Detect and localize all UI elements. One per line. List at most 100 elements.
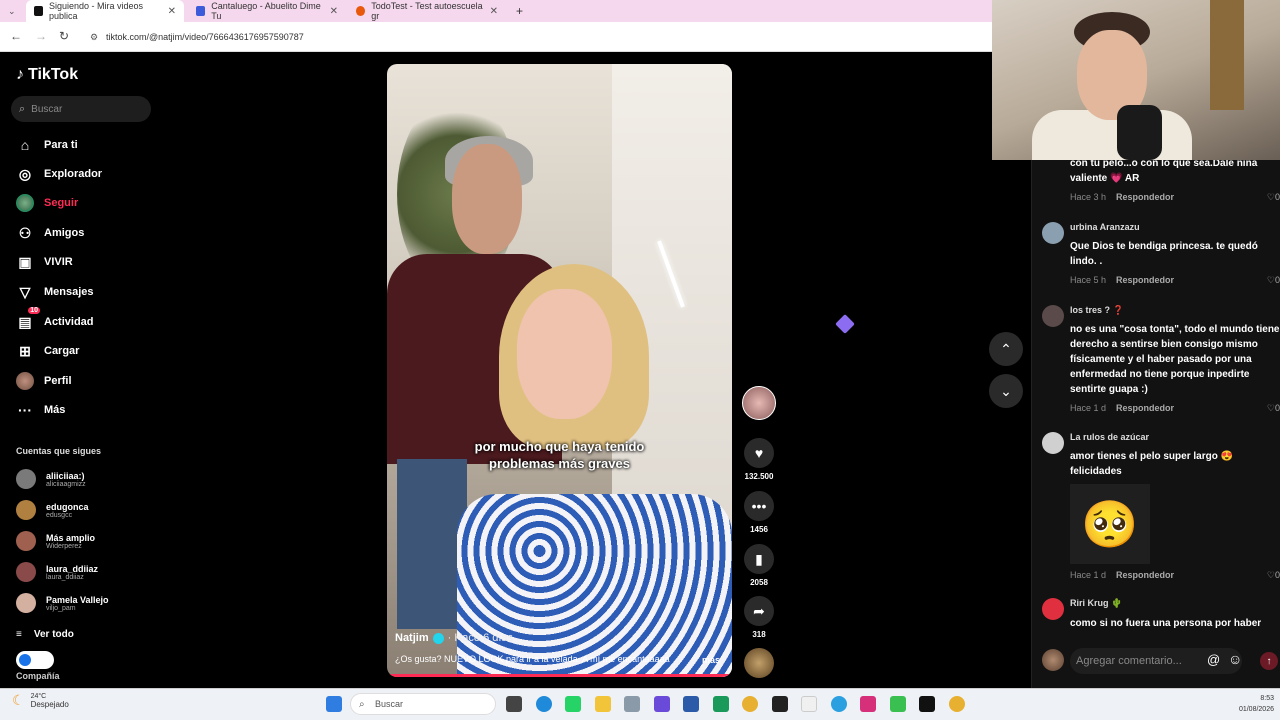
task-view-icon[interactable]: [506, 696, 522, 712]
video-time: · Hace 6 días: [447, 632, 514, 644]
whatsapp-icon[interactable]: [565, 696, 581, 712]
author-name[interactable]: Natjim: [395, 632, 429, 644]
search-input[interactable]: ⌕ Buscar: [11, 96, 151, 122]
app-icon[interactable]: [624, 696, 640, 712]
app-icon[interactable]: [890, 696, 906, 712]
instagram-icon[interactable]: [860, 696, 876, 712]
close-tab-icon[interactable]: ✕: [490, 6, 498, 17]
reply-link[interactable]: Respondedor: [1116, 570, 1174, 580]
video-progress-bar[interactable]: [387, 674, 732, 677]
sidebar-item-mensajes[interactable]: ▽ Mensajes: [16, 283, 94, 301]
sidebar-item-explorador[interactable]: ◎ Explorador: [16, 165, 102, 183]
following-account[interactable]: Más amplio Widerperez: [16, 531, 95, 551]
avatar[interactable]: [1042, 598, 1064, 620]
reply-link[interactable]: Respondedor: [1116, 275, 1174, 285]
following-account[interactable]: aliiciiaa:) aliciiaagmizz: [16, 469, 86, 489]
share-button[interactable]: ➦ 318: [740, 596, 778, 639]
app-icon[interactable]: [683, 696, 699, 712]
company-link[interactable]: Compañía: [16, 671, 60, 681]
comment-like[interactable]: ♡0: [1267, 275, 1280, 286]
following-account[interactable]: Pamela Vallejo viljo_pam: [16, 593, 109, 613]
back-arrow-icon[interactable]: ←: [10, 29, 22, 43]
sidebar-item-mas[interactable]: ··· Más: [16, 401, 65, 419]
close-tab-icon[interactable]: ✕: [330, 6, 338, 17]
sidebar-item-vivir[interactable]: ▣ VIVIR: [16, 253, 72, 271]
edge-icon[interactable]: [536, 696, 552, 712]
verified-badge-icon: [432, 632, 444, 644]
comment-like[interactable]: ♡0: [1267, 403, 1280, 414]
save-button[interactable]: ▮ 2058: [740, 544, 778, 587]
taskbar-search[interactable]: ⌕ Buscar: [350, 693, 496, 715]
save-count: 2058: [750, 578, 768, 587]
comment-author[interactable]: Riri Krug 🌵: [1070, 598, 1122, 609]
close-tab-icon[interactable]: ✕: [168, 6, 176, 17]
rtve-icon[interactable]: [801, 696, 817, 712]
sidebar-item-amigos[interactable]: ⚇ Amigos: [16, 224, 85, 242]
tiktok-logo[interactable]: ♪ TikTok: [16, 66, 78, 84]
activity-icon: ▤ 10: [18, 307, 40, 330]
tab-list-chevron-icon[interactable]: ⌄: [0, 0, 20, 22]
avatar[interactable]: [1042, 222, 1064, 244]
previous-video-button[interactable]: ⌃: [989, 332, 1023, 366]
comment-author[interactable]: La rulos de azúcar: [1070, 432, 1149, 442]
weather-widget[interactable]: ☾ 24°C Despejado: [12, 692, 69, 709]
todotest-favicon-icon: [356, 6, 366, 16]
emoji-icon[interactable]: ☺: [1228, 651, 1242, 667]
theme-toggle[interactable]: [16, 651, 54, 669]
avatar[interactable]: [1042, 432, 1064, 454]
clock-time: 8:53: [1260, 695, 1274, 702]
new-tab-button[interactable]: +: [508, 0, 528, 22]
avatar[interactable]: [1042, 305, 1064, 327]
tab-tiktok[interactable]: Siguiendo - Mira videos publica ✕: [26, 0, 184, 22]
windows-start-icon[interactable]: [326, 696, 342, 712]
see-all-link[interactable]: ≡ Ver todo: [16, 629, 74, 640]
reload-icon[interactable]: ↻: [59, 29, 69, 43]
tab-cantaluego[interactable]: Cantaluego - Abuelito Dime Tu ✕: [188, 0, 346, 22]
next-video-button[interactable]: ⌄: [989, 374, 1023, 408]
tiktok-icon[interactable]: [919, 696, 935, 712]
chrome-icon[interactable]: [742, 696, 758, 712]
video-woman-dress: [457, 494, 732, 677]
app-icon[interactable]: [772, 696, 788, 712]
comment-like[interactable]: ♡0: [1267, 192, 1280, 203]
search-icon: ⌕: [19, 102, 26, 115]
sidebar-item-para-ti[interactable]: ⌂ Para ti: [16, 136, 78, 154]
sidebar-item-perfil[interactable]: Perfil: [16, 372, 72, 390]
comment-sticker: 🥺: [1070, 484, 1150, 564]
app-icon[interactable]: [654, 696, 670, 712]
app-icon[interactable]: [713, 696, 729, 712]
comment-like[interactable]: ♡0: [1267, 570, 1280, 581]
friends-icon: ⚇: [18, 224, 32, 241]
url-text: tiktok.com/@natjim/video/766643617695759…: [106, 32, 304, 42]
video-player[interactable]: por mucho que haya tenido problemas más …: [387, 64, 732, 677]
sidebar-item-cargar[interactable]: ⊞ Cargar: [16, 342, 79, 360]
chrome-icon[interactable]: [949, 696, 965, 712]
site-info-icon[interactable]: ⚙: [90, 32, 98, 43]
send-comment-button[interactable]: ↑: [1260, 652, 1278, 670]
reply-link[interactable]: Respondedor: [1116, 403, 1174, 413]
comment-button[interactable]: ••• 1456: [740, 491, 778, 534]
video-author[interactable]: Natjim · Hace 6 días: [395, 632, 513, 644]
comment-author[interactable]: urbina Aranzazu: [1070, 222, 1140, 232]
following-account[interactable]: edugonca edusgcc: [16, 500, 89, 520]
reply-link[interactable]: Respondedor: [1116, 192, 1174, 202]
comment-item: con tu pelo...o con lo que sea.Dale niña…: [1042, 156, 1280, 206]
system-clock[interactable]: 8:53 01/08/2026: [1239, 693, 1274, 715]
telegram-icon[interactable]: [831, 696, 847, 712]
cam-microphone: [1117, 105, 1162, 160]
url-field[interactable]: ⚙ tiktok.com/@natjim/video/7666436176957…: [84, 26, 984, 48]
music-disc[interactable]: [744, 648, 774, 678]
forward-arrow-icon[interactable]: →: [35, 29, 47, 43]
mention-icon[interactable]: @: [1207, 652, 1220, 667]
like-button[interactable]: ♥ 132.500: [740, 438, 778, 481]
sidebar-item-actividad[interactable]: ▤ 10 Actividad: [16, 307, 94, 331]
more-link[interactable]: más: [702, 655, 720, 665]
creator-avatar[interactable]: [742, 386, 776, 420]
sidebar-item-seguir[interactable]: Seguir: [16, 194, 78, 212]
file-explorer-icon[interactable]: [595, 696, 611, 712]
tab-todotest[interactable]: TodoTest - Test autoescuela gr ✕: [348, 0, 506, 22]
comment-author[interactable]: los tres ? ❓: [1070, 305, 1124, 316]
share-count: 318: [752, 630, 766, 639]
following-account[interactable]: laura_ddiiaz laura_ddiiaz: [16, 562, 98, 582]
comment-meta: Hace 1 d Respondedor: [1070, 570, 1174, 580]
